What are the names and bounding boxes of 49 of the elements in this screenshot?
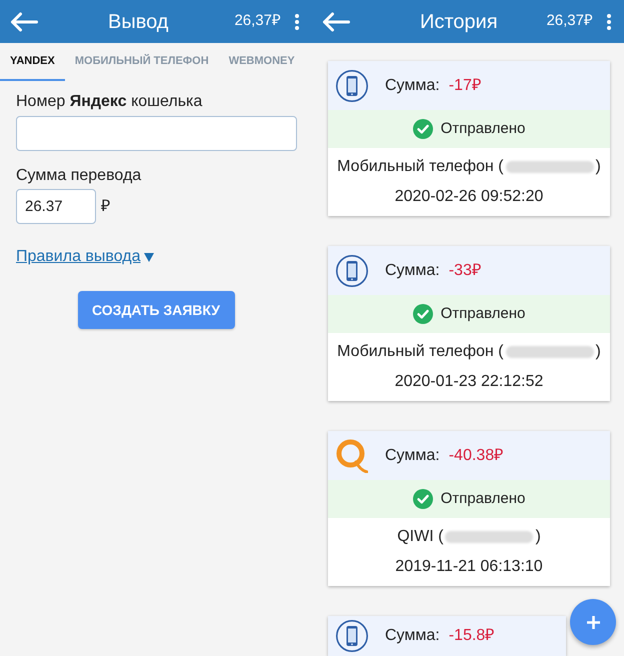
amount-value: -40.38₽ xyxy=(448,446,504,466)
phone-icon xyxy=(336,620,368,652)
q-logo-icon xyxy=(336,438,368,472)
screen-title: История xyxy=(419,10,499,34)
currency-sign: ₽ xyxy=(101,196,110,216)
status-text: Отправлено xyxy=(440,118,526,139)
transaction-date: 2020-02-26 09:52:20 xyxy=(394,187,544,207)
amount-label: Сумма: xyxy=(385,76,440,96)
menu-icon[interactable] xyxy=(607,14,611,30)
tab[interactable]: YANDEX xyxy=(0,43,65,81)
amount-label: Сумма: xyxy=(385,446,440,466)
account-label: ) xyxy=(596,157,601,177)
amount-value: -33₽ xyxy=(448,260,481,280)
status-text: Отправлено xyxy=(440,304,526,324)
amount-value: -15.8₽ xyxy=(448,626,494,646)
menu-icon[interactable] xyxy=(295,14,299,30)
plus-icon xyxy=(586,616,600,628)
withdraw-rules-link[interactable]: Правила вывода xyxy=(16,247,154,267)
account-label: Мобильный телефон ( xyxy=(337,342,504,362)
account-label: ) xyxy=(596,342,601,362)
screen-title: Вывод xyxy=(107,10,170,34)
transaction-card[interactable]: Сумма: -40.38₽ Отправлено QIWI ( ) 2019-11-21 06:13:10 xyxy=(328,431,610,586)
field-label: Номер Яндекс кошелька xyxy=(16,92,204,112)
amount-label: Сумма: xyxy=(385,626,440,646)
back-arrow-icon[interactable] xyxy=(322,12,350,32)
amount-label: Сумма: xyxy=(385,260,440,280)
status-text: Отправлено xyxy=(440,488,526,509)
balance-amount: 26,37₽ xyxy=(546,11,593,32)
check-circle-icon xyxy=(412,489,433,509)
transaction-date: 2020-01-23 22:12:52 xyxy=(394,372,544,392)
field-label: Сумма перевода xyxy=(16,166,142,186)
wallet-number-field[interactable] xyxy=(16,116,297,151)
check-circle-icon xyxy=(412,119,433,139)
transaction-date: 2019-11-21 06:13:10 xyxy=(395,557,543,577)
phone-icon xyxy=(336,254,368,286)
account-label: QIWI ( xyxy=(397,527,444,547)
caret-down-icon xyxy=(144,252,154,262)
check-circle-icon xyxy=(412,304,433,324)
amount-value: -17₽ xyxy=(448,76,481,96)
account-label: Мобильный телефон ( xyxy=(337,157,504,177)
balance-amount: 26,37₽ xyxy=(234,11,281,32)
transaction-card[interactable]: Сумма: -33₽ Отправлено Мобильный телефон ( ) 2020-01-23 22:12:52 xyxy=(328,246,610,401)
add-button[interactable] xyxy=(570,599,616,645)
account-label: ) xyxy=(535,527,541,547)
phone-icon xyxy=(336,70,368,102)
transaction-card[interactable]: Сумма: -17₽ Отправлено Мобильный телефон ( ) 2020-02-26 09:52:20 xyxy=(328,61,610,216)
amount-field[interactable]: 26.37 xyxy=(16,189,96,224)
back-arrow-icon[interactable] xyxy=(10,12,38,32)
transaction-card[interactable]: Сумма: -15.8₽ xyxy=(328,616,566,656)
